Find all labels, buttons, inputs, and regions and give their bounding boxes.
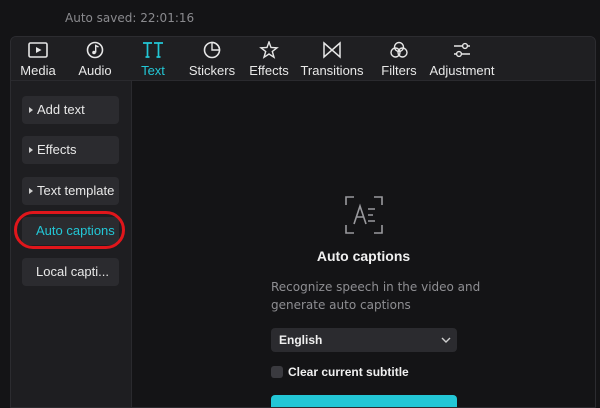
- tab-label: Effects: [249, 63, 289, 78]
- tab-label: Audio: [78, 63, 112, 78]
- text-sidebar: Add text Effects Text template Auto capt…: [11, 81, 132, 407]
- sidebar-item-label: Local capti...: [36, 264, 109, 279]
- auto-captions-icon: [345, 196, 383, 234]
- sidebar-item-label: Text template: [37, 183, 115, 198]
- clear-subtitle-label: Clear current subtitle: [288, 365, 409, 379]
- text-icon: [143, 42, 163, 58]
- chevron-down-icon: [441, 337, 451, 343]
- clear-subtitle-checkbox[interactable]: [271, 366, 283, 378]
- tab-text[interactable]: Text: [133, 37, 173, 80]
- language-select-value: English: [279, 333, 323, 347]
- stickers-icon: [203, 41, 221, 59]
- tab-label: Text: [141, 63, 165, 78]
- sidebar-item-label: Add text: [37, 102, 85, 117]
- tab-media[interactable]: Media: [15, 37, 61, 80]
- caret-right-icon: [29, 106, 33, 113]
- tab-label: Stickers: [188, 63, 236, 78]
- generate-button[interactable]: [271, 395, 457, 407]
- transitions-icon: [323, 41, 341, 59]
- tab-label: Adjustment: [429, 63, 495, 78]
- tab-label: Filters: [381, 63, 417, 78]
- caret-right-icon: [29, 146, 33, 153]
- effects-icon: [259, 41, 279, 59]
- editor-panel: Media Audio Text Stickers Effects Transi…: [10, 36, 596, 408]
- tab-audio[interactable]: Audio: [73, 37, 117, 80]
- sidebar-item-label: Effects: [37, 142, 77, 157]
- autosave-status: Auto saved: 22:01:16: [65, 11, 195, 25]
- top-bar: Auto saved: 22:01:16: [0, 0, 600, 36]
- tab-stickers[interactable]: Stickers: [187, 37, 237, 80]
- tab-filters[interactable]: Filters: [377, 37, 421, 80]
- adjustment-icon: [454, 42, 470, 58]
- auto-captions-description: Recognize speech in the video and genera…: [271, 280, 481, 312]
- tab-bar: Media Audio Text Stickers Effects Transi…: [11, 37, 595, 81]
- sidebar-item-text-template[interactable]: Text template: [22, 177, 119, 205]
- media-icon: [28, 42, 48, 58]
- tab-adjustment[interactable]: Adjustment: [427, 37, 497, 80]
- auto-captions-title: Auto captions: [316, 248, 411, 264]
- tab-effects[interactable]: Effects: [247, 37, 291, 80]
- tab-label: Transitions: [300, 63, 364, 78]
- filters-icon: [390, 41, 408, 58]
- tab-transitions[interactable]: Transitions: [299, 37, 365, 80]
- audio-icon: [86, 41, 104, 59]
- caret-right-icon: [29, 187, 33, 194]
- sidebar-item-local-captions[interactable]: Local capti...: [22, 258, 119, 286]
- sidebar-item-add-text[interactable]: Add text: [22, 96, 119, 124]
- sidebar-item-effects[interactable]: Effects: [22, 136, 119, 164]
- auto-captions-panel: Auto captions Recognize speech in the vi…: [132, 81, 595, 407]
- sidebar-item-label: Auto captions: [36, 223, 115, 238]
- language-select[interactable]: English: [271, 328, 457, 352]
- sidebar-item-auto-captions[interactable]: Auto captions: [22, 217, 119, 245]
- tab-label: Media: [20, 63, 56, 78]
